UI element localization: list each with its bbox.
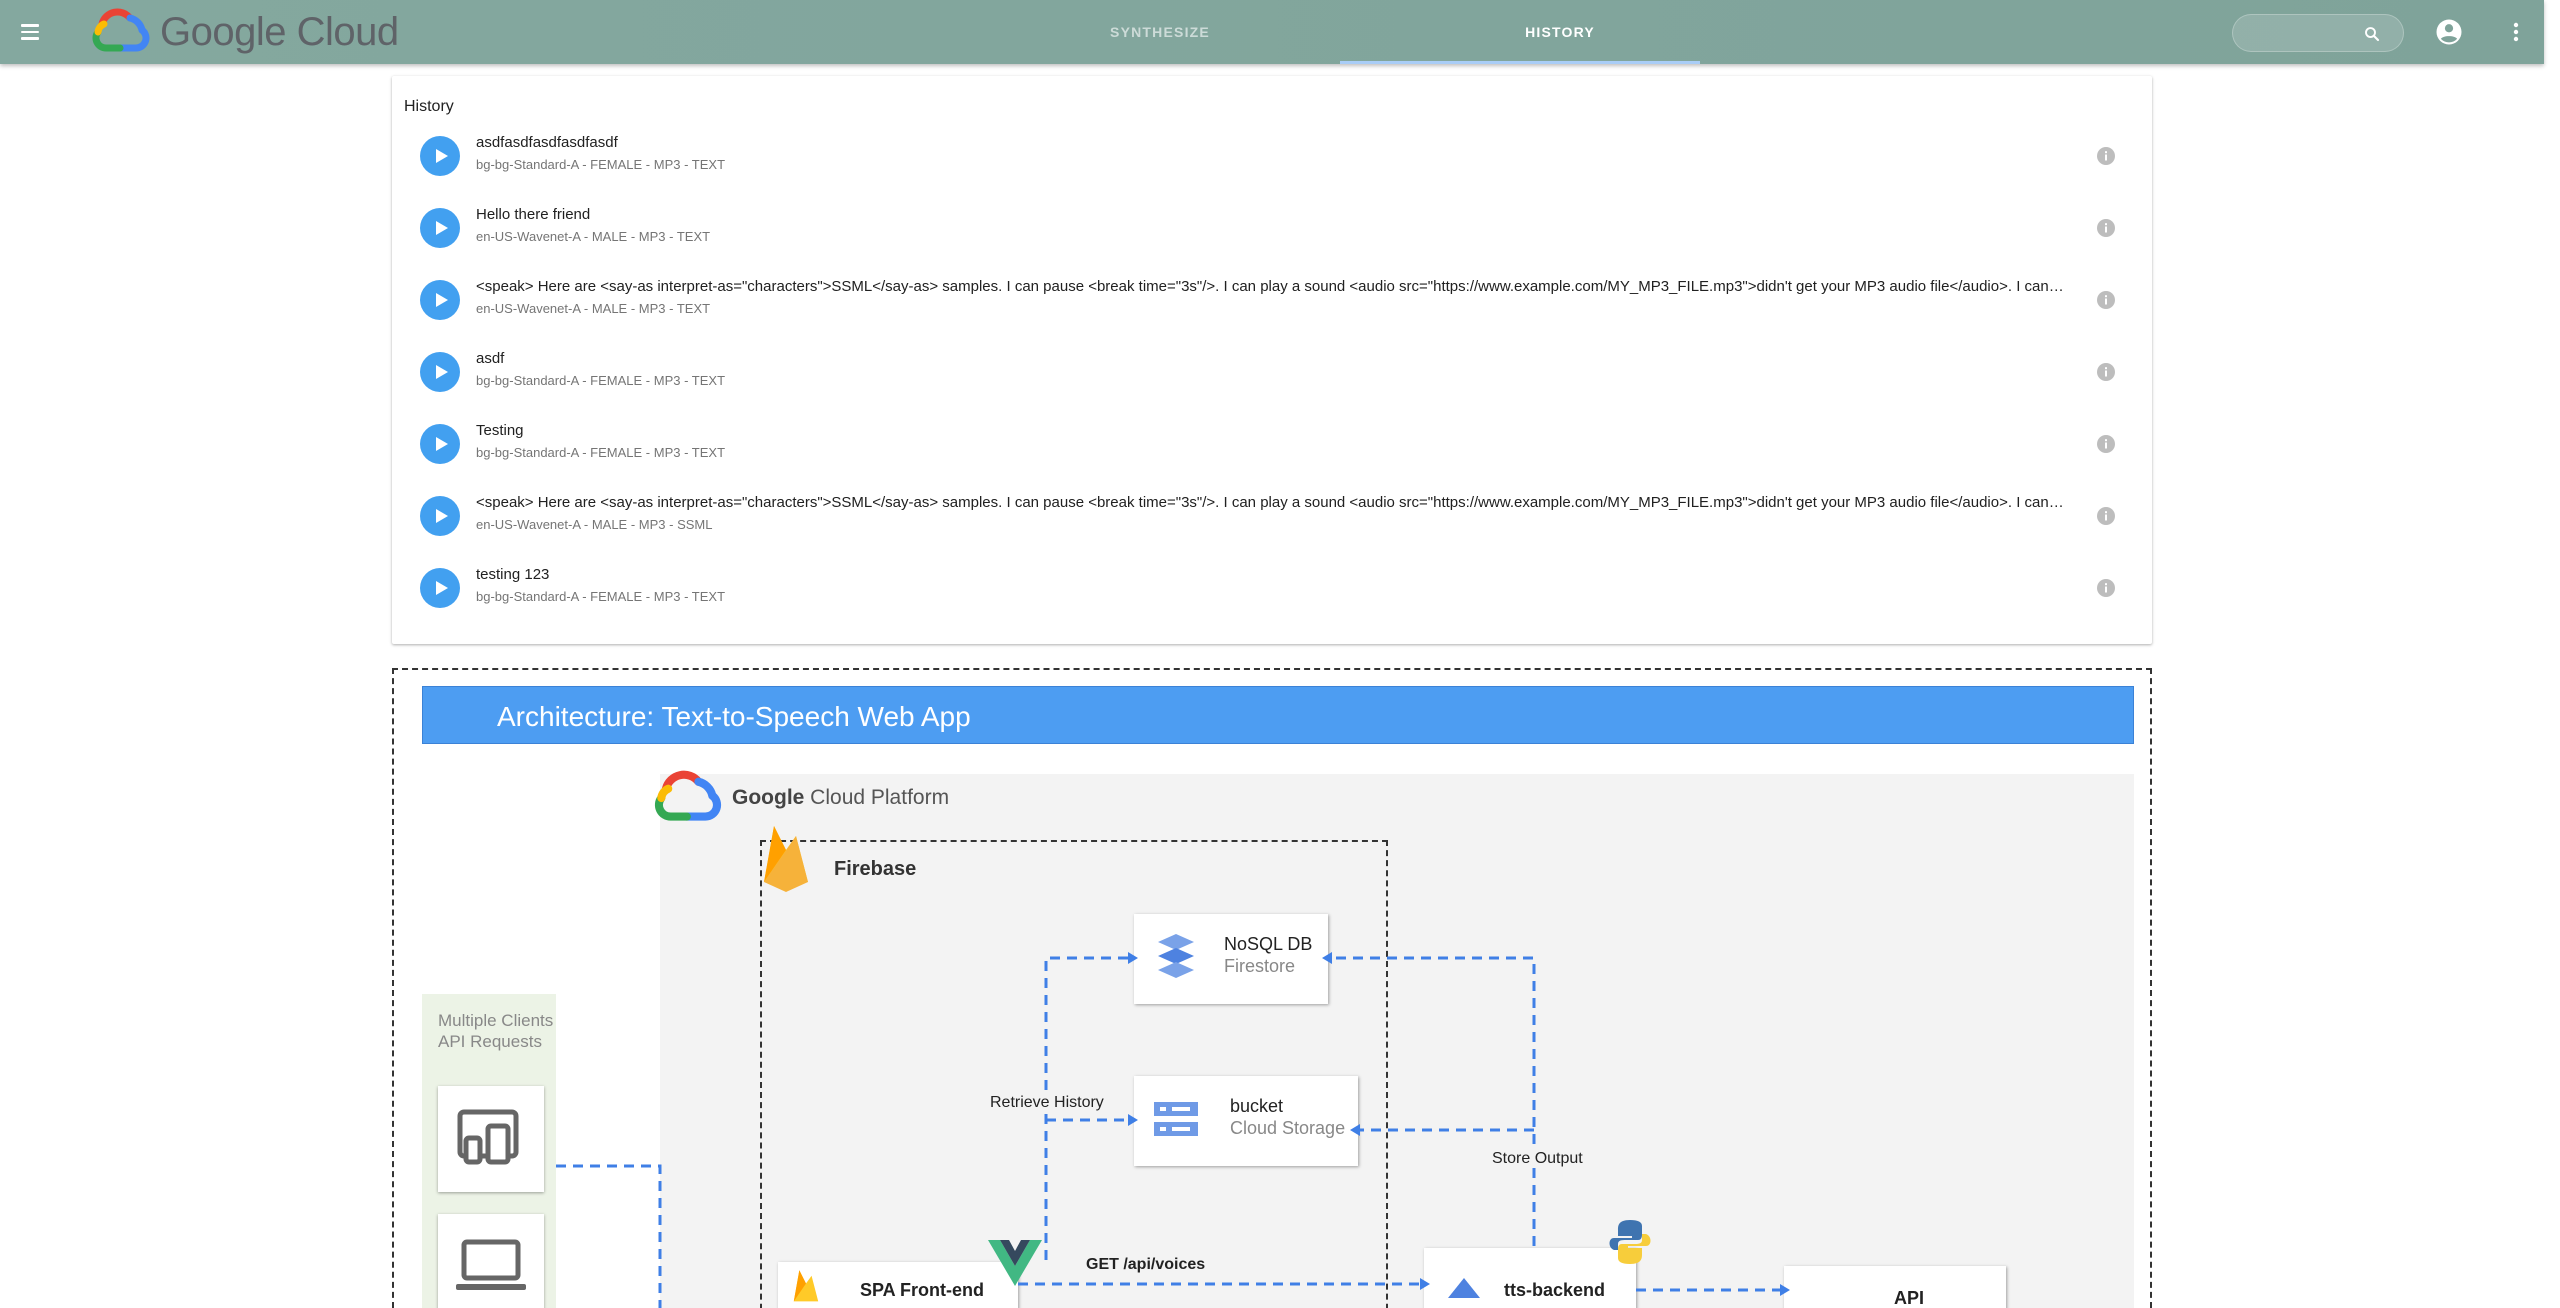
info-icon[interactable] bbox=[2096, 578, 2116, 598]
history-item[interactable]: Testing bg-bg-Standard-A - FEMALE - MP3 … bbox=[392, 408, 2152, 480]
active-tab-indicator bbox=[1340, 61, 1700, 64]
history-item-subtitle: bg-bg-Standard-A - FEMALE - MP3 - TEXT bbox=[476, 589, 726, 604]
architecture-diagram: Architecture: Text-to-Speech Web App Mul… bbox=[392, 668, 2152, 1308]
history-item-subtitle: en-US-Wavenet-A - MALE - MP3 - TEXT bbox=[476, 229, 711, 244]
play-button[interactable] bbox=[420, 496, 460, 536]
history-item-title: asdf bbox=[476, 350, 505, 367]
play-button[interactable] bbox=[420, 136, 460, 176]
play-icon bbox=[435, 293, 448, 307]
history-item-title: <speak> Here are <say-as interpret-as="c… bbox=[476, 494, 2066, 511]
connector-lines bbox=[556, 952, 1790, 1308]
cloud-logo-icon bbox=[92, 8, 150, 52]
play-icon bbox=[435, 221, 448, 235]
tab-history[interactable]: HISTORY bbox=[1460, 0, 1660, 64]
search-icon[interactable] bbox=[2363, 25, 2381, 43]
info-icon[interactable] bbox=[2096, 290, 2116, 310]
account-circle-icon[interactable] bbox=[2434, 17, 2464, 47]
history-item-title: Testing bbox=[476, 422, 524, 439]
google-cloud-logo[interactable]: Google Cloud bbox=[90, 6, 399, 58]
logo-text: Google Cloud bbox=[160, 9, 399, 54]
info-icon[interactable] bbox=[2096, 434, 2116, 454]
history-list: asdfasdfasdfasdfasdf bg-bg-Standard-A - … bbox=[392, 120, 2152, 624]
play-icon bbox=[435, 149, 448, 163]
history-title: History bbox=[404, 98, 454, 115]
search-box[interactable] bbox=[2232, 14, 2404, 52]
search-input[interactable] bbox=[2247, 23, 2357, 45]
history-item-subtitle: bg-bg-Standard-A - FEMALE - MP3 - TEXT bbox=[476, 157, 726, 172]
history-item[interactable]: asdfasdfasdfasdfasdf bg-bg-Standard-A - … bbox=[392, 120, 2152, 192]
play-button[interactable] bbox=[420, 280, 460, 320]
info-icon[interactable] bbox=[2096, 218, 2116, 238]
edge-label-retrieve-history: Retrieve History bbox=[988, 1094, 1106, 1112]
history-item[interactable]: Hello there friend en-US-Wavenet-A - MAL… bbox=[392, 192, 2152, 264]
info-icon[interactable] bbox=[2096, 506, 2116, 526]
info-icon[interactable] bbox=[2096, 146, 2116, 166]
history-card: History asdfasdfasdfasdfasdf bg-bg-Stand… bbox=[392, 76, 2152, 644]
play-icon bbox=[435, 581, 448, 595]
tab-synthesize[interactable]: SYNTHESIZE bbox=[1060, 0, 1260, 64]
history-item[interactable]: <speak> Here are <say-as interpret-as="c… bbox=[392, 480, 2152, 552]
play-button[interactable] bbox=[420, 424, 460, 464]
play-icon bbox=[435, 437, 448, 451]
history-item-title: Hello there friend bbox=[476, 206, 591, 223]
history-item-subtitle: en-US-Wavenet-A - MALE - MP3 - SSML bbox=[476, 517, 713, 532]
history-item-title: asdfasdfasdfasdfasdf bbox=[476, 134, 618, 151]
history-item[interactable]: asdf bg-bg-Standard-A - FEMALE - MP3 - T… bbox=[392, 336, 2152, 408]
history-item-title: <speak> Here are <say-as interpret-as="c… bbox=[476, 278, 2066, 295]
edge-label-get-voices: GET /api/voices bbox=[1084, 1256, 1208, 1274]
play-icon bbox=[435, 365, 448, 379]
more-vert-icon[interactable] bbox=[2506, 17, 2526, 47]
play-button[interactable] bbox=[420, 352, 460, 392]
history-item-subtitle: bg-bg-Standard-A - FEMALE - MP3 - TEXT bbox=[476, 373, 726, 388]
history-item-subtitle: bg-bg-Standard-A - FEMALE - MP3 - TEXT bbox=[476, 445, 726, 460]
play-button[interactable] bbox=[420, 208, 460, 248]
edge-label-store-output: Store Output bbox=[1490, 1150, 1585, 1168]
menu-icon[interactable] bbox=[14, 16, 46, 48]
play-icon bbox=[435, 509, 448, 523]
play-button[interactable] bbox=[420, 568, 460, 608]
info-icon[interactable] bbox=[2096, 362, 2116, 382]
app-bar: Google Cloud SYNTHESIZE HISTORY bbox=[0, 0, 2544, 64]
tab-spacer bbox=[1260, 0, 1460, 64]
history-item-title: testing 123 bbox=[476, 566, 550, 583]
history-item-subtitle: en-US-Wavenet-A - MALE - MP3 - TEXT bbox=[476, 301, 711, 316]
history-item[interactable]: testing 123 bg-bg-Standard-A - FEMALE - … bbox=[392, 552, 2152, 624]
history-item[interactable]: <speak> Here are <say-as interpret-as="c… bbox=[392, 264, 2152, 336]
main-tabs: SYNTHESIZE HISTORY bbox=[1060, 0, 1660, 64]
